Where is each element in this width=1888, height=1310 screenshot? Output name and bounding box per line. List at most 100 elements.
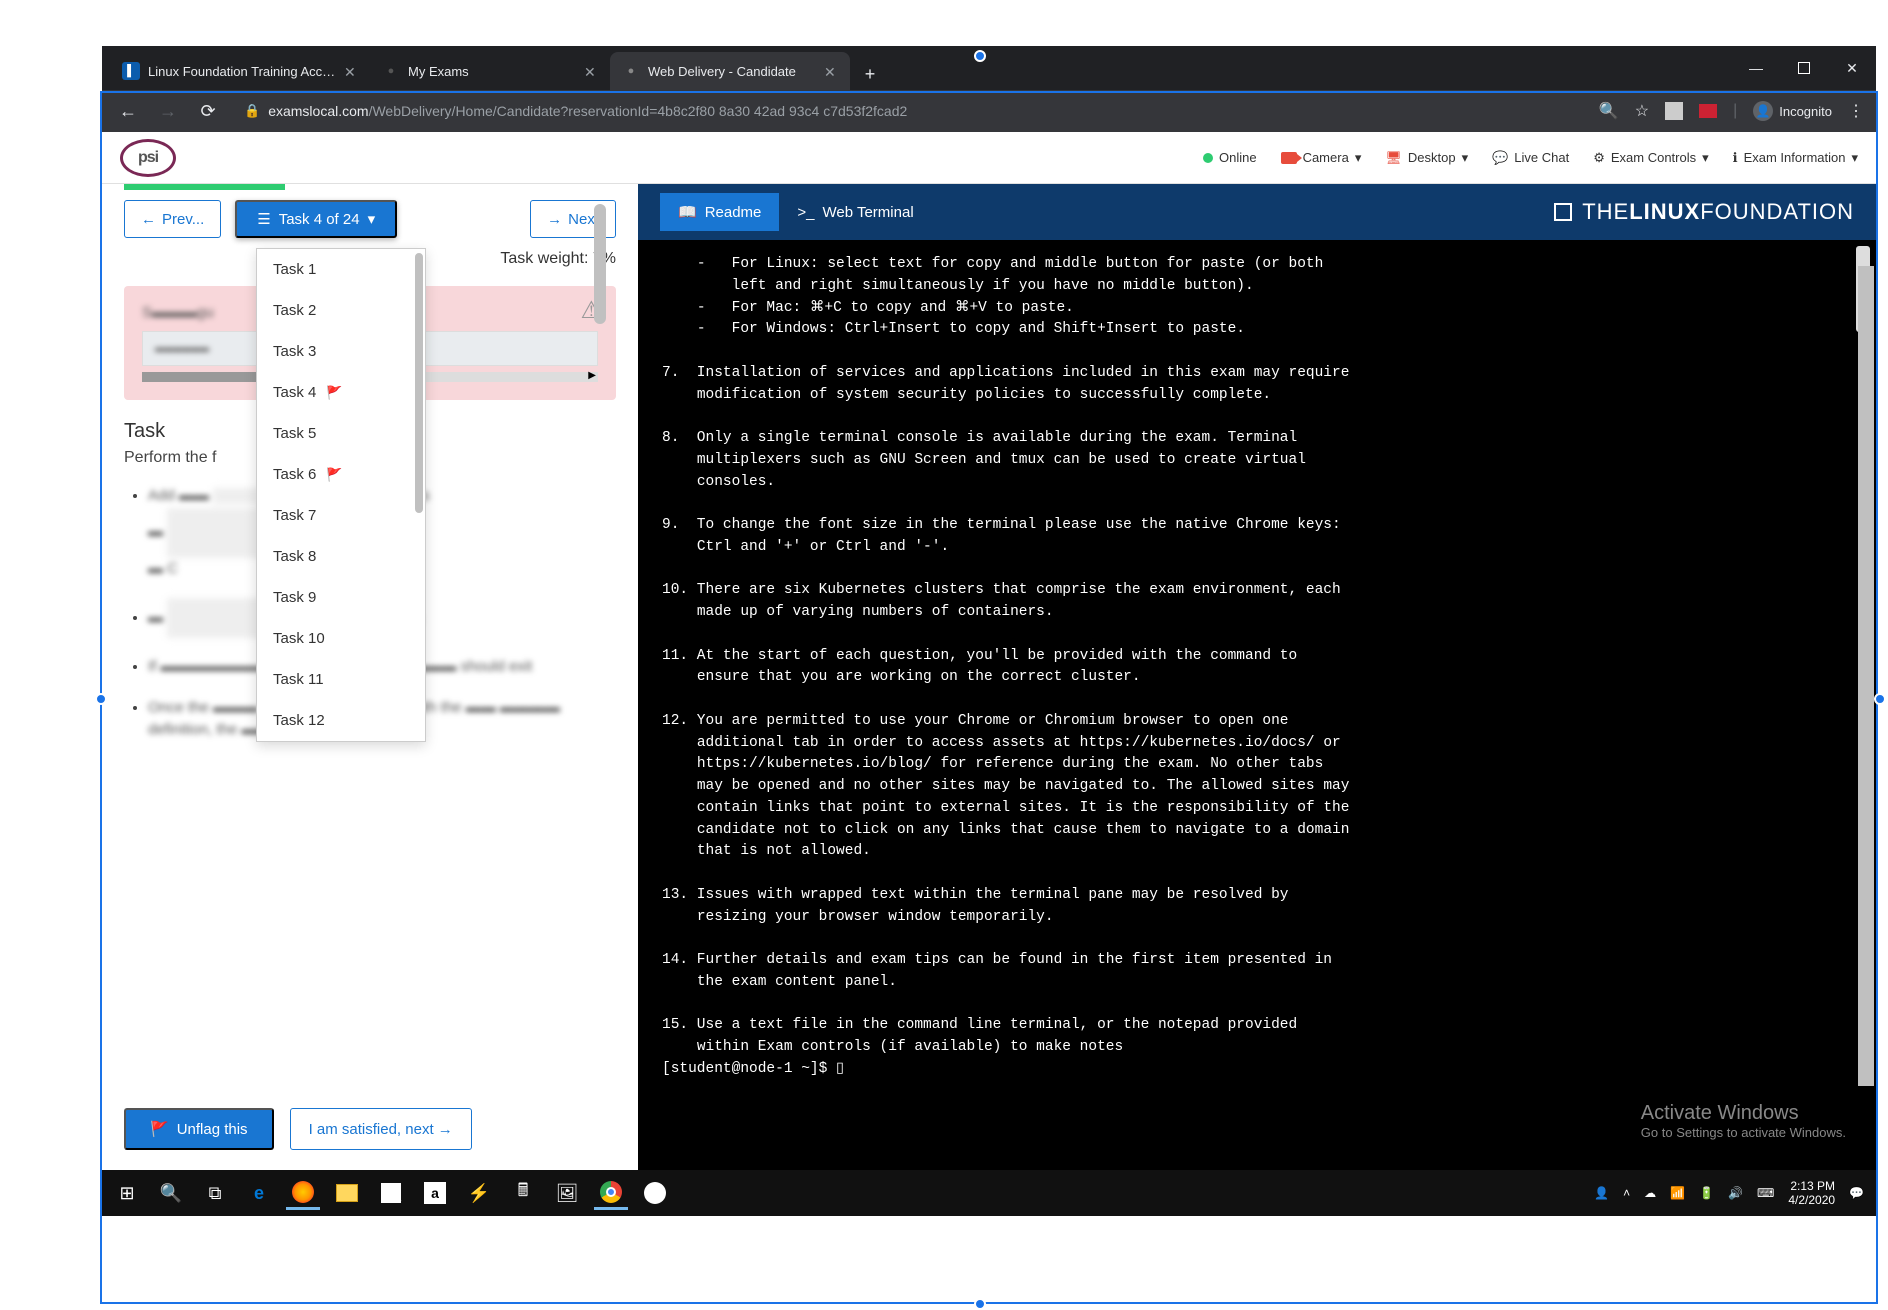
battery-icon[interactable]: 🔋	[1699, 1186, 1714, 1200]
new-tab-button[interactable]: +	[854, 58, 886, 90]
incognito-icon: 👤	[1753, 101, 1773, 121]
prev-label: Prev...	[162, 211, 204, 228]
browser-tab-3-active[interactable]: ● Web Delivery - Candidate ✕	[610, 52, 850, 90]
activate-sub: Go to Settings to activate Windows.	[1641, 1125, 1846, 1140]
left-scrollbar-track[interactable]	[594, 204, 606, 464]
photos-icon[interactable]: 🖼	[550, 1176, 584, 1210]
dropdown-item-task1[interactable]: Task 1	[257, 249, 425, 290]
dropdown-item-task5[interactable]: Task 5	[257, 413, 425, 454]
examinfo-menu[interactable]: ℹExam Information▾	[1733, 150, 1858, 166]
people-icon[interactable]: 👤	[1594, 1186, 1609, 1200]
menu-icon[interactable]: ⋮	[1848, 101, 1864, 121]
readme-tab[interactable]: 📖Readme	[660, 193, 779, 231]
minimize-button[interactable]: —	[1732, 46, 1780, 90]
terminal-text: - For Linux: select text for copy and mi…	[662, 256, 1349, 1077]
online-label: Online	[1219, 150, 1257, 165]
nav-row: ←Prev... ☰Task 4 of 24▾ →Next Task 1 Tas…	[124, 200, 616, 238]
edge-icon[interactable]: e	[242, 1176, 276, 1210]
search-icon[interactable]: 🔍	[154, 1176, 188, 1210]
reload-button[interactable]: ⟳	[194, 97, 222, 125]
app-icon[interactable]: ✦	[638, 1176, 672, 1210]
close-window-button[interactable]: ✕	[1828, 46, 1876, 90]
selection-handle[interactable]	[95, 693, 107, 705]
page-scrollbar-thumb[interactable]	[1858, 266, 1874, 1086]
url-bar[interactable]: 🔒 examslocal.com/WebDelivery/Home/Candid…	[234, 103, 1587, 119]
task-dropdown-button[interactable]: ☰Task 4 of 24▾	[235, 200, 397, 238]
examcontrols-label: Exam Controls	[1611, 150, 1696, 165]
examinfo-label: Exam Information	[1744, 150, 1846, 165]
dropdown-item-task8[interactable]: Task 8	[257, 536, 425, 577]
tray-chevron-icon[interactable]: ˄	[1623, 1186, 1630, 1200]
calculator-icon[interactable]: 🖩	[506, 1176, 540, 1210]
browser-tab-2[interactable]: ● My Exams ✕	[370, 52, 610, 90]
dropdown-item-task9[interactable]: Task 9	[257, 577, 425, 618]
back-button[interactable]: ←	[114, 97, 142, 125]
activate-windows-watermark: Activate Windows Go to Settings to activ…	[1641, 1102, 1846, 1140]
notification-icon[interactable]: 💬	[1849, 1186, 1864, 1200]
chevron-down-icon: ▾	[368, 210, 376, 228]
incognito-label: Incognito	[1779, 104, 1832, 119]
livechat-button[interactable]: 💬Live Chat	[1492, 150, 1569, 166]
task-dropdown-menu: Task 1 Task 2 Task 3 Task 4🚩 Task 5 Task…	[256, 248, 426, 742]
task-dropdown-label: Task 4 of 24	[279, 211, 360, 228]
terminal-pane[interactable]: - For Linux: select text for copy and mi…	[638, 240, 1876, 1170]
dropdown-item-task2[interactable]: Task 2	[257, 290, 425, 331]
search-icon[interactable]: 🔍	[1599, 101, 1619, 121]
dropdown-item-task12[interactable]: Task 12	[257, 700, 425, 741]
close-tab-icon[interactable]: ✕	[584, 64, 598, 78]
dropdown-item-task3[interactable]: Task 3	[257, 331, 425, 372]
wifi-icon[interactable]: 📶	[1670, 1186, 1685, 1200]
windows-taskbar: ⊞ 🔍 ⧉ e 🛍 a ⚡ 🖩 🖼 ✦ 👤 ˄ ☁ 📶 🔋 🔊 ⌨ 2:13 P…	[102, 1170, 1876, 1216]
browser-tab-1[interactable]: ▌ Linux Foundation Training Acco... ✕	[110, 52, 370, 90]
star-icon[interactable]: ☆	[1635, 101, 1649, 121]
webterminal-label: Web Terminal	[823, 204, 914, 221]
selection-handle[interactable]	[974, 50, 986, 62]
forward-button[interactable]: →	[154, 97, 182, 125]
dropdown-item-task7[interactable]: Task 7	[257, 495, 425, 536]
online-status: Online	[1203, 150, 1257, 165]
tab-title: Linux Foundation Training Acco...	[148, 64, 336, 79]
tab-title: Web Delivery - Candidate	[648, 64, 816, 79]
address-bar: ← → ⟳ 🔒 examslocal.com/WebDelivery/Home/…	[102, 90, 1876, 132]
dropdown-item-task6[interactable]: Task 6🚩	[257, 454, 425, 495]
maximize-button[interactable]	[1780, 46, 1828, 90]
file-explorer-icon[interactable]	[330, 1176, 364, 1210]
camera-menu[interactable]: Camera▾	[1281, 150, 1362, 166]
tab-title: My Exams	[408, 64, 576, 79]
extension-icon-2[interactable]	[1699, 104, 1717, 118]
lightning-icon[interactable]: ⚡	[462, 1176, 496, 1210]
satisfied-next-button[interactable]: I am satisfied, next →	[290, 1108, 472, 1150]
dropdown-item-task10[interactable]: Task 10	[257, 618, 425, 659]
taskbar-clock[interactable]: 2:13 PM 4/2/2020	[1788, 1179, 1835, 1208]
main-scrollbar-track[interactable]	[1872, 216, 1886, 1286]
store-icon[interactable]: 🛍	[374, 1176, 408, 1210]
psi-logo: psi	[120, 139, 176, 177]
desktop-menu[interactable]: 🖥Desktop▾	[1385, 150, 1468, 166]
selection-handle[interactable]	[974, 1298, 986, 1310]
dropdown-item-task11[interactable]: Task 11	[257, 659, 425, 700]
prev-button[interactable]: ←Prev...	[124, 200, 221, 238]
unflag-button[interactable]: 🚩Unflag this	[124, 1108, 274, 1150]
dropdown-item-task4[interactable]: Task 4🚩	[257, 372, 425, 413]
right-panel-tabs: 📖Readme >_Web Terminal	[660, 193, 932, 231]
page-scrollbar-track[interactable]	[1858, 266, 1874, 1086]
close-tab-icon[interactable]: ✕	[344, 64, 358, 78]
dropdown-scrollbar[interactable]	[415, 253, 423, 513]
input-icon[interactable]: ⌨	[1757, 1186, 1774, 1200]
start-button[interactable]: ⊞	[110, 1176, 144, 1210]
selection-handle[interactable]	[1874, 693, 1886, 705]
firefox-icon[interactable]	[286, 1176, 320, 1210]
close-tab-icon[interactable]: ✕	[824, 64, 838, 78]
unflag-label: Unflag this	[177, 1121, 248, 1138]
amazon-icon[interactable]: a	[418, 1176, 452, 1210]
page-content: psi Online Camera▾ 🖥Desktop▾ 💬Live Chat …	[102, 132, 1876, 1170]
divider: |	[1733, 102, 1737, 120]
extension-icon[interactable]	[1665, 102, 1683, 120]
task-view-icon[interactable]: ⧉	[198, 1176, 232, 1210]
left-scrollbar-thumb[interactable]	[594, 204, 606, 324]
volume-icon[interactable]: 🔊	[1728, 1186, 1743, 1200]
webterminal-tab[interactable]: >_Web Terminal	[779, 193, 931, 231]
onedrive-icon[interactable]: ☁	[1644, 1186, 1656, 1200]
chrome-icon[interactable]	[594, 1176, 628, 1210]
examcontrols-menu[interactable]: ⚙Exam Controls▾	[1593, 150, 1708, 166]
